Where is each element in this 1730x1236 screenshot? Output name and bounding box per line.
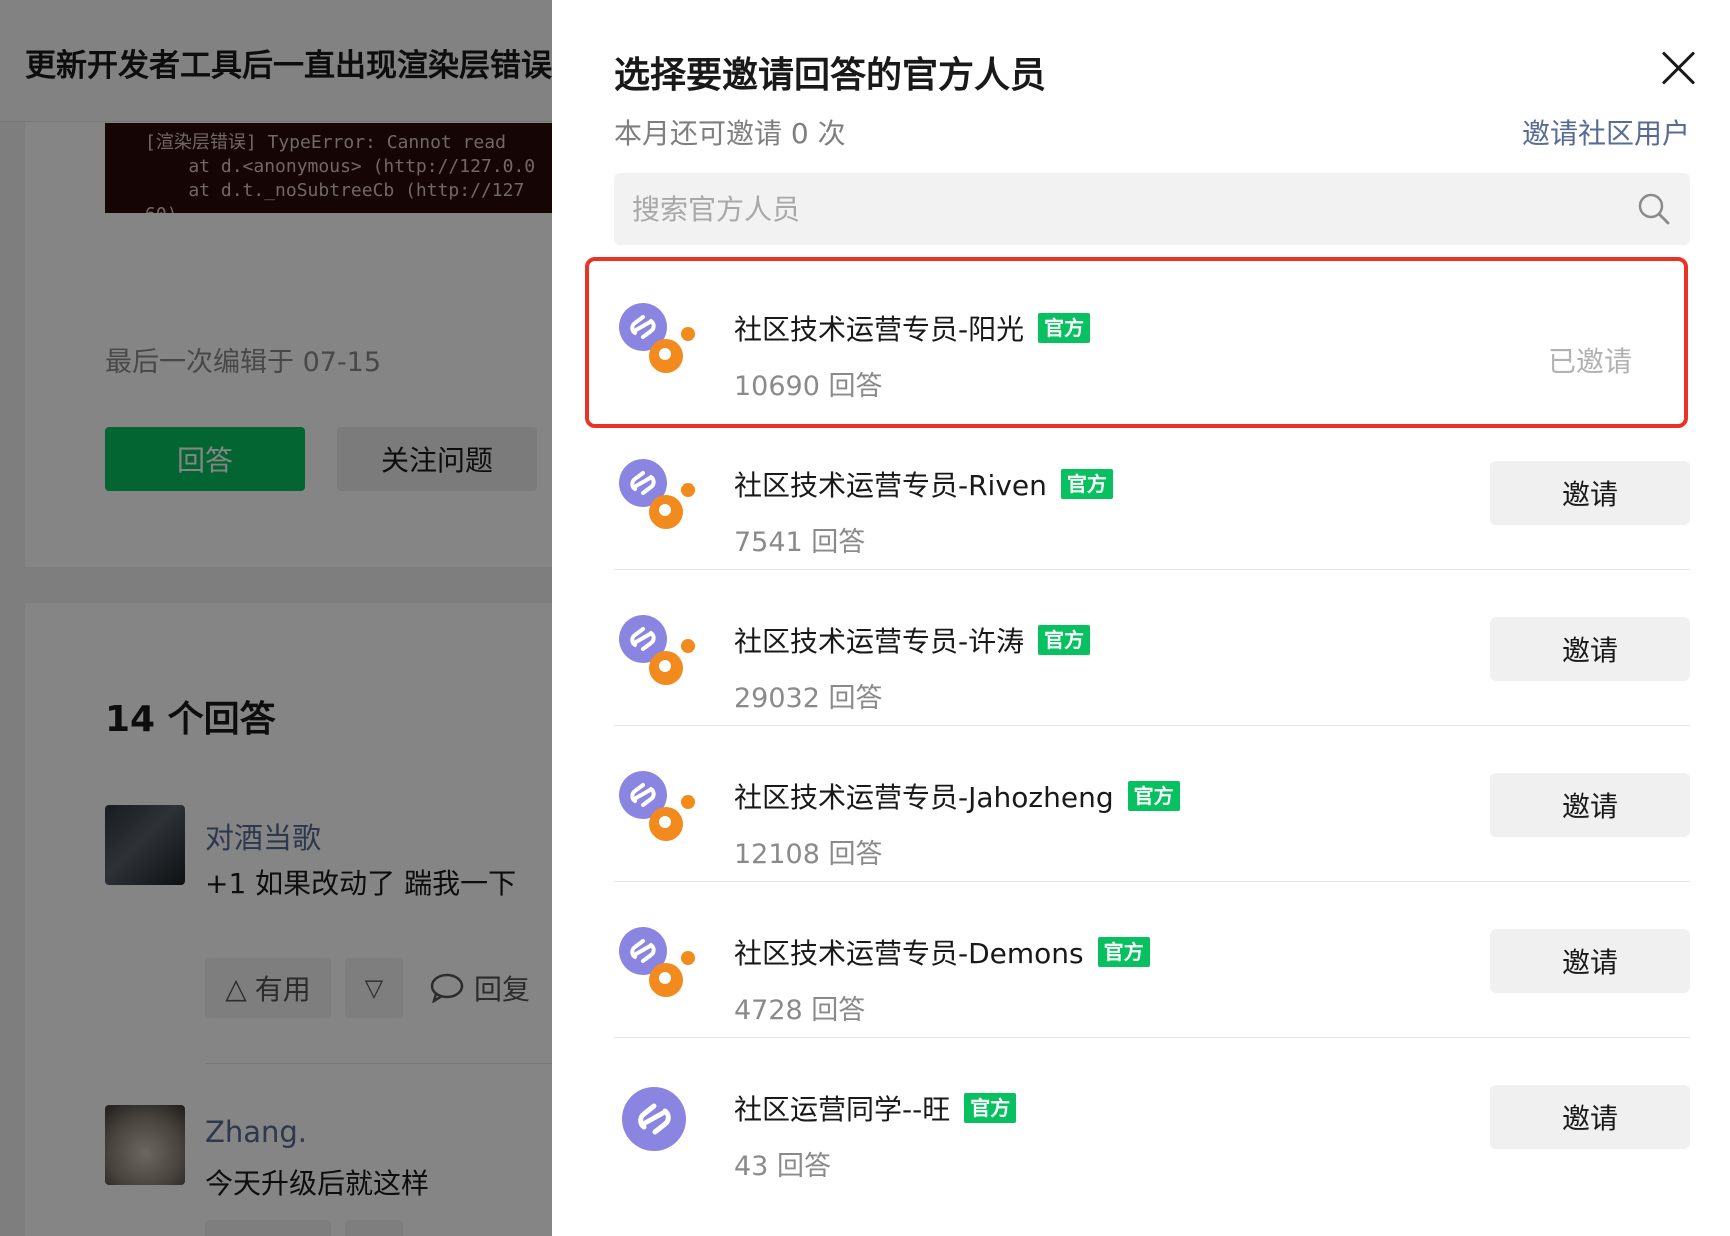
- mini-program-logo-icon: [619, 927, 695, 997]
- official-badge: 官方: [1127, 781, 1180, 811]
- close-icon[interactable]: [1656, 46, 1700, 90]
- mini-program-logo-icon: [619, 615, 695, 685]
- member-name-line: 社区技术运营专员-Riven 官方: [734, 464, 1113, 504]
- search-icon[interactable]: [1636, 191, 1672, 227]
- search-box[interactable]: [614, 173, 1690, 245]
- list-item: 社区技术运营专员-Riven 官方 7541 回答 邀请: [614, 414, 1690, 570]
- member-name: 社区运营同学--旺: [734, 1093, 951, 1126]
- member-answer-count: 10690 回答: [734, 371, 883, 402]
- search-input[interactable]: [632, 173, 1612, 245]
- invited-status: 已邀请: [1547, 345, 1632, 378]
- invite-button[interactable]: 邀请: [1490, 617, 1690, 681]
- invite-quota: 本月还可邀请 0 次: [614, 117, 846, 150]
- mini-program-logo-icon: [622, 1087, 686, 1151]
- member-name: 社区技术运营专员-阳光: [734, 313, 1025, 346]
- list-item: 社区技术运营专员-Demons 官方 4728 回答 邀请: [614, 882, 1690, 1038]
- member-name: 社区技术运营专员-Demons: [734, 937, 1084, 970]
- member-name-line: 社区技术运营专员-Jahozheng 官方: [734, 776, 1180, 816]
- official-badge: 官方: [1038, 313, 1091, 343]
- member-name-line: 社区技术运营专员-阳光 官方: [734, 308, 1091, 348]
- member-name-line: 社区技术运营专员-许涛 官方: [734, 620, 1091, 660]
- member-name: 社区技术运营专员-Riven: [734, 469, 1047, 502]
- member-list: 社区技术运营专员-阳光 官方 10690 回答 已邀请 社区技术运营专员-Riv…: [614, 258, 1690, 1194]
- member-name: 社区技术运营专员-Jahozheng: [734, 781, 1114, 814]
- official-badge: 官方: [1038, 625, 1091, 655]
- list-item: 社区技术运营专员-Jahozheng 官方 12108 回答 邀请: [614, 726, 1690, 882]
- member-answer-count: 7541 回答: [734, 527, 866, 558]
- official-badge: 官方: [1097, 937, 1150, 967]
- invite-button[interactable]: 邀请: [1490, 461, 1690, 525]
- modal-overlay[interactable]: [0, 0, 552, 1236]
- member-answer-count: 4728 回答: [734, 995, 866, 1026]
- invite-button[interactable]: 邀请: [1490, 1085, 1690, 1149]
- invite-button[interactable]: 邀请: [1490, 929, 1690, 993]
- official-badge: 官方: [964, 1093, 1017, 1123]
- mini-program-logo-icon: [619, 771, 695, 841]
- invite-panel: 选择要邀请回答的官方人员 本月还可邀请 0 次 邀请社区用户 社区技术运营专员-…: [552, 0, 1730, 1236]
- member-name-line: 社区运营同学--旺 官方: [734, 1088, 1017, 1128]
- member-answer-count: 43 回答: [734, 1151, 831, 1182]
- panel-title: 选择要邀请回答的官方人员: [614, 55, 1047, 96]
- member-answer-count: 12108 回答: [734, 839, 883, 870]
- member-name: 社区技术运营专员-许涛: [734, 625, 1025, 658]
- invite-button[interactable]: 邀请: [1490, 773, 1690, 837]
- list-item: 社区运营同学--旺 官方 43 回答 邀请: [614, 1038, 1690, 1194]
- mini-program-logo-icon: [619, 459, 695, 529]
- official-badge: 官方: [1060, 469, 1113, 499]
- member-name-line: 社区技术运营专员-Demons 官方: [734, 932, 1150, 972]
- mini-program-logo-icon: [619, 303, 695, 373]
- list-item: 社区技术运营专员-许涛 官方 29032 回答 邀请: [614, 570, 1690, 726]
- list-item: 社区技术运营专员-阳光 官方 10690 回答 已邀请: [614, 258, 1690, 414]
- member-answer-count: 29032 回答: [734, 683, 883, 714]
- invite-community-link[interactable]: 邀请社区用户: [1522, 112, 1690, 152]
